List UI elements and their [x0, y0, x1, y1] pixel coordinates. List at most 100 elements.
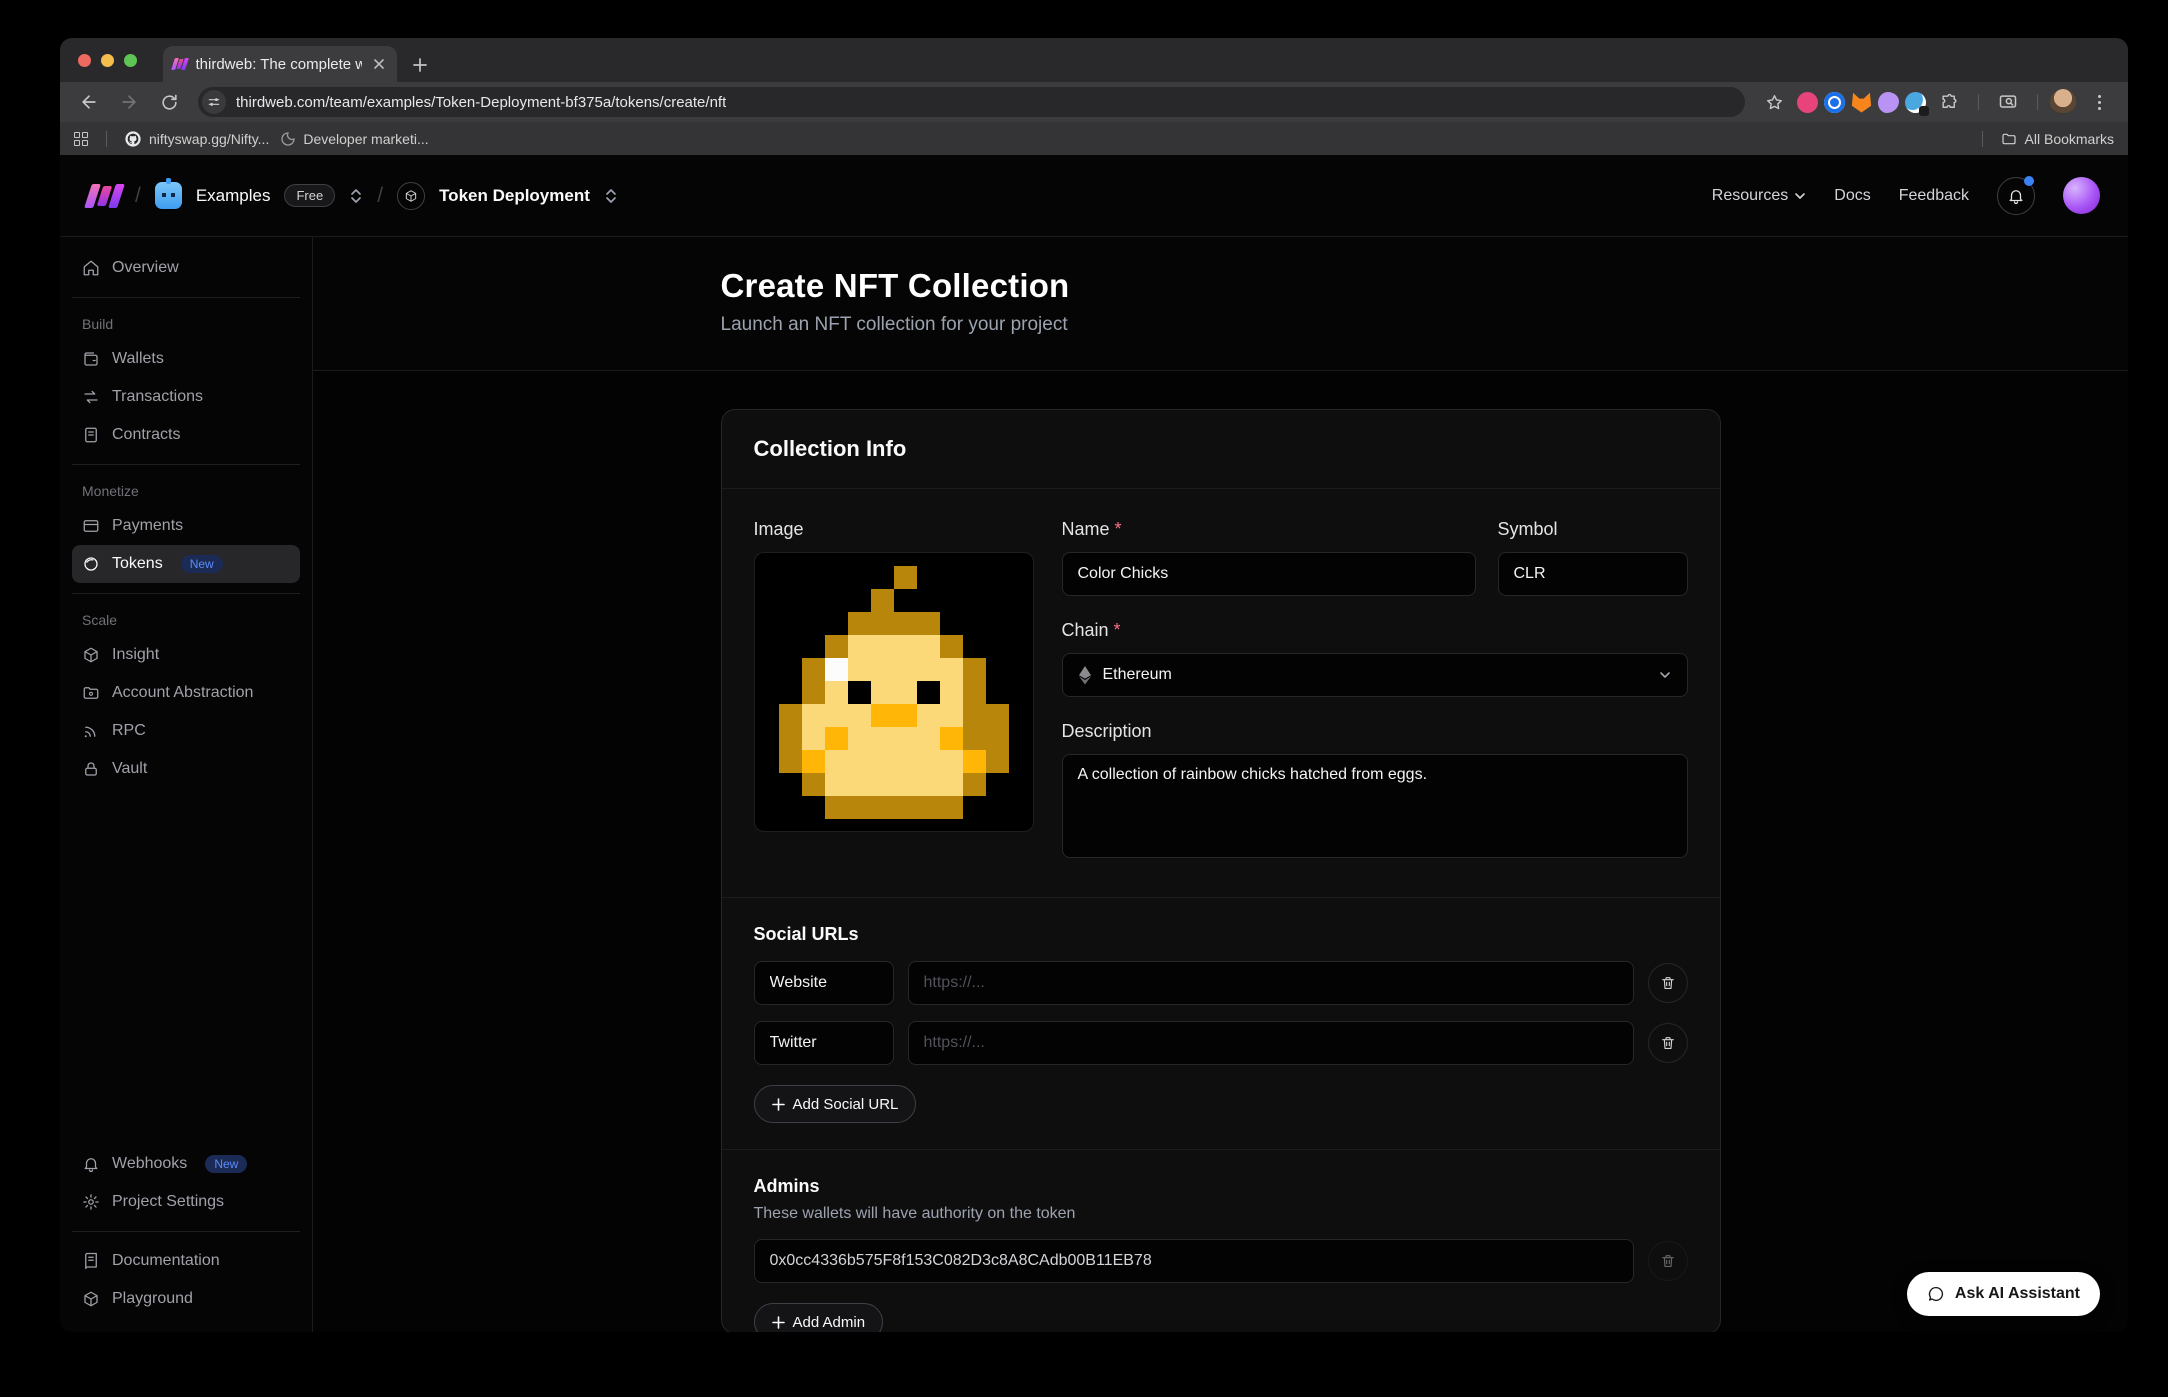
metamask-extension-icon[interactable] [1851, 92, 1872, 113]
sidebar-item-transactions[interactable]: Transactions [72, 378, 300, 416]
token-icon [82, 555, 100, 573]
lock-icon [82, 760, 100, 778]
tab-close-icon[interactable] [371, 56, 387, 72]
user-avatar[interactable] [2063, 177, 2100, 214]
chain-value: Ethereum [1103, 666, 1172, 684]
symbol-input[interactable] [1498, 552, 1688, 596]
social-platform-input[interactable] [754, 1021, 894, 1065]
page-content: Collection Info Image [313, 371, 2128, 1332]
sidebar-item-wallets[interactable]: Wallets [72, 340, 300, 378]
delete-admin-button[interactable] [1648, 1241, 1688, 1281]
new-badge: New [181, 555, 223, 573]
sidebar-item-account-abstraction[interactable]: Account Abstraction [72, 674, 300, 712]
trash-icon [1660, 975, 1676, 991]
transactions-icon [82, 388, 100, 406]
collection-image-upload[interactable] [754, 552, 1034, 832]
sidebar-item-overview[interactable]: Overview [72, 249, 300, 287]
sidebar: Overview Build Wallets Transactions C [60, 237, 313, 1332]
delete-social-url-button[interactable] [1648, 963, 1688, 1003]
chain-field: Chain * Ethereum [1062, 620, 1688, 697]
admin-address-input[interactable] [754, 1239, 1634, 1283]
tab-search-icon[interactable] [1991, 87, 2025, 117]
notifications-button[interactable] [1997, 177, 2035, 215]
team-switcher-icon[interactable] [349, 187, 363, 205]
address-bar[interactable]: thirdweb.com/team/examples/Token-Deploym… [198, 87, 1745, 117]
card-title: Collection Info [754, 436, 1688, 462]
social-urls-section: Social URLs [722, 898, 1720, 1149]
tab-strip: thirdweb: The complete web3 [60, 38, 2128, 82]
social-url-input[interactable] [908, 1021, 1634, 1065]
sidebar-item-webhooks[interactable]: Webhooks New [72, 1145, 300, 1183]
docs-link[interactable]: Docs [1834, 187, 1870, 205]
sidebar-item-payments[interactable]: Payments [72, 507, 300, 545]
page-title: Create NFT Collection [721, 267, 1721, 305]
symbol-label: Symbol [1498, 519, 1558, 540]
sidebar-item-insight[interactable]: Insight [72, 636, 300, 674]
rpc-signal-icon [82, 722, 100, 740]
image-label: Image [754, 519, 804, 540]
extension-icon-2[interactable] [1824, 92, 1845, 113]
all-bookmarks-button[interactable]: All Bookmarks [2001, 131, 2114, 147]
sidebar-divider [72, 1231, 300, 1232]
team-avatar[interactable] [155, 182, 182, 209]
extensions-puzzle-icon[interactable] [1932, 87, 1966, 117]
extension-icon-4[interactable] [1878, 92, 1899, 113]
project-name[interactable]: Token Deployment [439, 186, 590, 206]
bookmark-label: niftyswap.gg/Nifty... [149, 131, 269, 147]
add-admin-button[interactable]: Add Admin [754, 1303, 884, 1332]
sidebar-item-documentation[interactable]: Documentation [72, 1242, 300, 1280]
apps-grid-icon[interactable] [74, 132, 88, 146]
resources-menu[interactable]: Resources [1712, 187, 1806, 205]
add-social-url-button[interactable]: Add Social URL [754, 1085, 917, 1123]
sidebar-item-playground[interactable]: Playground [72, 1280, 300, 1318]
new-badge: New [205, 1155, 247, 1173]
bookmarks-bar: niftyswap.gg/Nifty... Developer marketi.… [60, 122, 2128, 155]
minimize-window-button[interactable] [101, 54, 114, 67]
bookmark-item[interactable]: niftyswap.gg/Nifty... [125, 131, 269, 147]
thirdweb-logo[interactable] [88, 184, 121, 208]
bookmark-item[interactable]: Developer marketi... [281, 131, 428, 147]
bookmark-star-icon[interactable] [1757, 87, 1791, 117]
trash-icon [1660, 1035, 1676, 1051]
image-field: Image [754, 519, 1034, 863]
feedback-link[interactable]: Feedback [1899, 187, 1969, 205]
new-tab-button[interactable] [411, 56, 429, 74]
ask-ai-assistant-button[interactable]: Ask AI Assistant [1907, 1272, 2100, 1316]
sidebar-item-project-settings[interactable]: Project Settings [72, 1183, 300, 1221]
sidebar-item-vault[interactable]: Vault [72, 750, 300, 788]
browser-menu-icon[interactable] [2082, 87, 2116, 117]
browser-window: thirdweb: The complete web3 [60, 38, 2128, 1332]
folder-icon [2001, 131, 2017, 147]
team-name[interactable]: Examples [196, 186, 271, 206]
delete-social-url-button[interactable] [1648, 1023, 1688, 1063]
zoom-window-button[interactable] [124, 54, 137, 67]
chain-select[interactable]: Ethereum [1062, 653, 1688, 697]
close-window-button[interactable] [78, 54, 91, 67]
back-icon[interactable] [72, 87, 106, 117]
browser-tab[interactable]: thirdweb: The complete web3 [163, 46, 397, 82]
collection-image-pixels [779, 566, 1009, 819]
browser-profile-avatar[interactable] [2050, 89, 2076, 115]
extension-icon-1[interactable] [1797, 92, 1818, 113]
app-header: / Examples Free / Token Deployment Resou [60, 155, 2128, 237]
social-platform-input[interactable] [754, 961, 894, 1005]
playground-box-icon [82, 1290, 100, 1308]
reload-icon[interactable] [152, 87, 186, 117]
sidebar-item-tokens[interactable]: Tokens New [72, 545, 300, 583]
extension-icon-5[interactable] [1905, 92, 1926, 113]
sidebar-item-contracts[interactable]: Contracts [72, 416, 300, 454]
social-url-input[interactable] [908, 961, 1634, 1005]
bookmarks-divider [1982, 131, 1983, 147]
site-settings-icon[interactable] [202, 90, 226, 114]
insight-cube-icon [82, 646, 100, 664]
admins-section: Admins These wallets will have authority… [722, 1150, 1720, 1332]
description-textarea[interactable]: A collection of rainbow chicks hatched f… [1062, 754, 1688, 858]
name-input[interactable] [1062, 552, 1476, 596]
sidebar-item-rpc[interactable]: RPC [72, 712, 300, 750]
sidebar-divider [72, 593, 300, 594]
plan-badge: Free [284, 184, 335, 207]
forward-icon[interactable] [112, 87, 146, 117]
name-field: Name * [1062, 519, 1476, 596]
project-switcher-icon[interactable] [604, 187, 618, 205]
social-url-row [754, 1021, 1688, 1065]
